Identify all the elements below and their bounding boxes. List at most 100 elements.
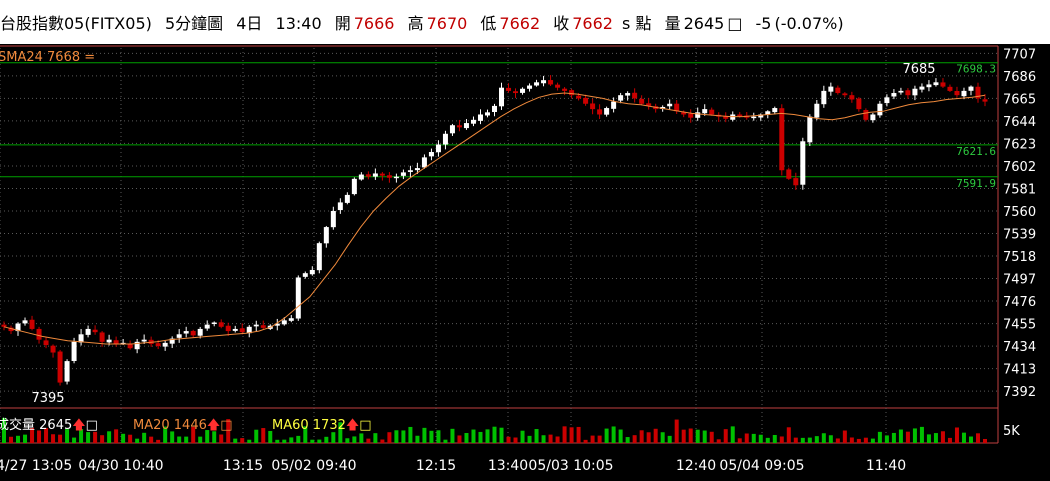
volume-value: 2645 — [683, 14, 725, 33]
y-tick-label: 7455 — [1003, 318, 1036, 333]
candle-body — [372, 173, 378, 177]
volume-bar — [835, 438, 840, 443]
candle-body — [933, 82, 939, 86]
candle-body — [43, 340, 49, 346]
candle-body — [667, 103, 673, 107]
volume-bar — [884, 435, 889, 443]
volume-bar — [135, 438, 140, 443]
volume-bar — [93, 431, 98, 443]
volume-bar — [828, 435, 833, 443]
candle-body — [597, 109, 603, 115]
candle-body — [611, 101, 617, 109]
candle-body — [905, 90, 911, 96]
chart-window: 台股指數05(FITX05) 5分鐘圖 4日 13:40 開 7666 高 7670… — [0, 0, 1050, 481]
volume-bar — [415, 435, 420, 443]
y-tick-label: 7392 — [1003, 385, 1036, 400]
candle-body — [534, 82, 540, 86]
volume-bar — [618, 429, 623, 443]
high-annotation: 7685 — [902, 62, 935, 77]
candle-body — [92, 329, 98, 333]
volume-bar — [436, 430, 441, 443]
volume-bar — [394, 430, 399, 443]
candle-body — [835, 87, 841, 94]
volume-bar — [373, 433, 378, 443]
candle-body — [176, 334, 182, 338]
candle-body — [218, 322, 224, 327]
candle-body — [428, 152, 434, 157]
volume-bar — [170, 431, 175, 443]
candle-body — [737, 114, 743, 117]
volume-bar — [282, 439, 287, 443]
candle-body — [365, 174, 371, 177]
candle-body — [793, 178, 799, 186]
volume-bar — [681, 429, 686, 443]
volume-bar — [548, 434, 553, 443]
volume-bar — [772, 434, 777, 443]
volume-bar — [765, 437, 770, 443]
vol-box-icon: □ — [86, 418, 98, 433]
volume-bar — [898, 429, 903, 443]
candle-body — [807, 116, 813, 143]
candle-body — [499, 87, 505, 107]
candle-body — [330, 210, 336, 228]
candle-body — [541, 80, 547, 84]
candle-body — [435, 144, 441, 153]
x-tick-label: 12:15 — [416, 458, 456, 474]
volume-bar — [933, 433, 938, 443]
x-tick-label: 05/04 09:05 — [719, 458, 804, 474]
candle-body — [155, 343, 161, 347]
volume-bar — [198, 436, 203, 443]
candle-body — [520, 88, 526, 93]
open-label: 開 — [334, 14, 351, 33]
volume-bar — [821, 433, 826, 443]
volume-bar — [968, 436, 973, 443]
volume-bar — [310, 439, 315, 443]
volume-bar — [219, 434, 224, 443]
candle-body — [709, 109, 715, 115]
y-tick-label: 7434 — [1003, 340, 1036, 355]
y-tick-label: 7539 — [1003, 228, 1036, 243]
open-value: 7666 — [353, 14, 395, 33]
volume-bar — [786, 427, 791, 443]
candle-body — [870, 114, 876, 121]
y-tick-label: 7581 — [1003, 182, 1036, 197]
volume-bar — [485, 429, 490, 443]
volume-bar — [737, 438, 742, 443]
volume-bar — [541, 435, 546, 443]
volume-bar — [807, 437, 812, 443]
candle-body — [954, 90, 960, 96]
volume-label: 量 — [664, 14, 681, 33]
candle-body — [562, 88, 568, 91]
volume-bar — [562, 426, 567, 443]
volume-bar — [632, 435, 637, 443]
y-tick-label: 7602 — [1003, 160, 1036, 175]
candle-body — [772, 108, 778, 113]
volume-bar — [814, 436, 819, 443]
candle-body — [302, 273, 308, 277]
vol-arrow-icon: 🡅 — [72, 418, 85, 433]
candle-body — [484, 112, 490, 116]
volume-bar — [940, 431, 945, 443]
candle-body — [576, 95, 582, 99]
candle-body — [295, 277, 301, 319]
sma-label: SMA24 7668 = — [0, 50, 95, 65]
candle-body — [22, 320, 28, 324]
candle-body — [898, 90, 904, 93]
volume-bar — [212, 431, 217, 443]
candle-body — [288, 318, 294, 321]
volume-bar — [863, 437, 868, 443]
volume-bar — [345, 438, 350, 443]
volume-bar — [919, 426, 924, 443]
volume-bar — [947, 437, 952, 443]
volume-bar — [576, 426, 581, 443]
high-label: 高 — [407, 14, 424, 33]
candle-body — [926, 84, 932, 88]
volume-bar — [443, 439, 448, 443]
volume-bar — [317, 439, 322, 443]
candle-body — [639, 98, 645, 104]
volume-bar — [296, 435, 301, 443]
candle-body — [57, 351, 63, 383]
y-tick-label: 7413 — [1003, 363, 1036, 378]
x-tick-label: 12:40 — [676, 458, 716, 474]
close-value: 7662 — [572, 14, 613, 33]
